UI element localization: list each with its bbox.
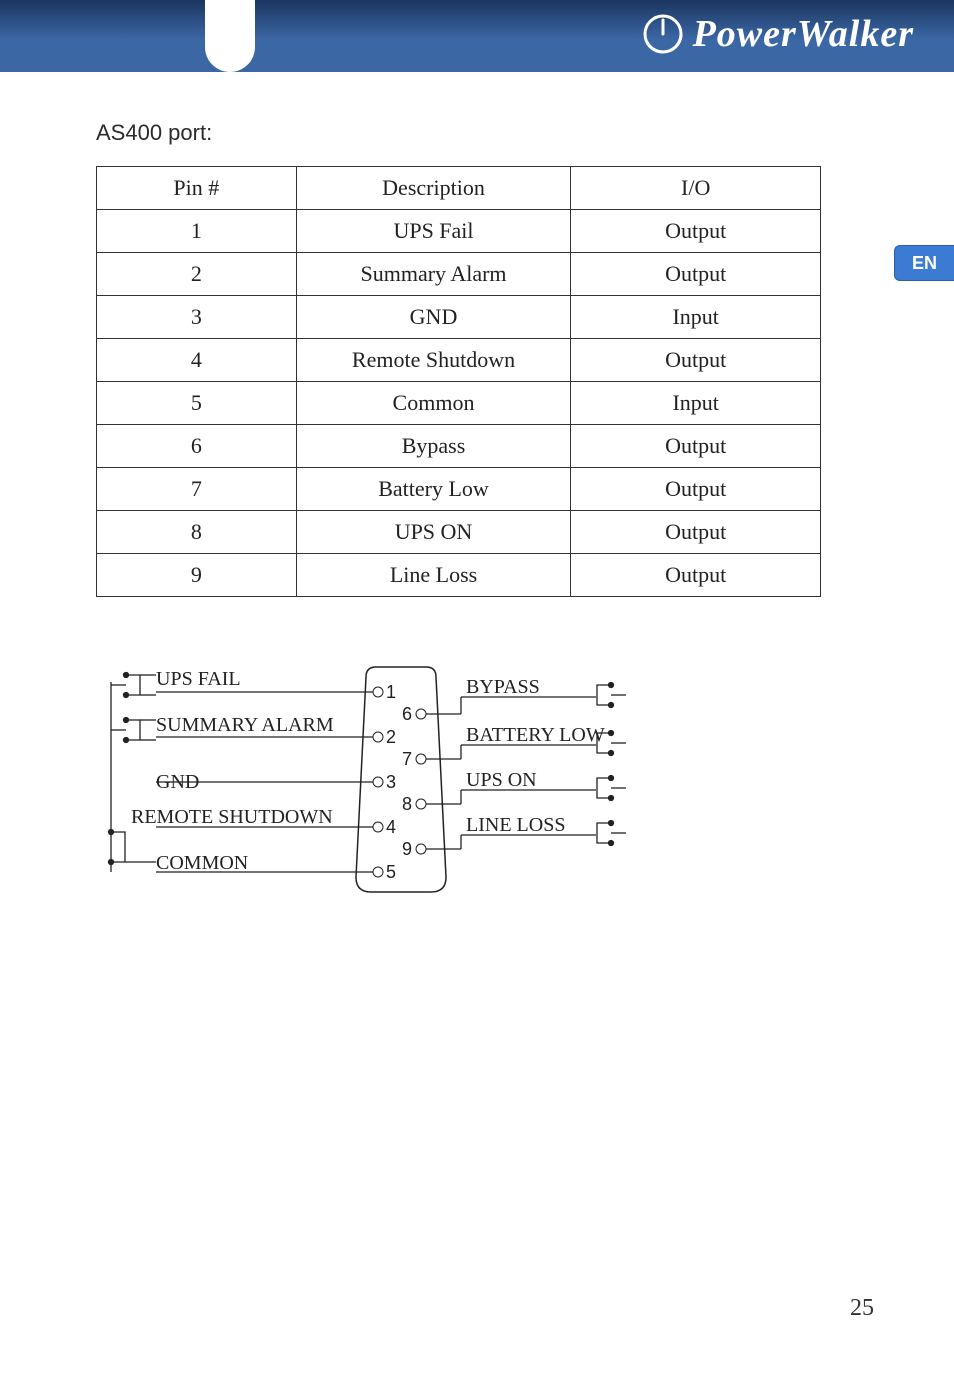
right-contacts (597, 683, 626, 846)
cell-desc: UPS Fail (296, 210, 571, 253)
table-header-row: Pin # Description I/O (97, 167, 821, 210)
cell-pin: 7 (97, 468, 297, 511)
left-contacts (109, 673, 347, 873)
cell-pin: 3 (97, 296, 297, 339)
label-line-loss: LINE LOSS (466, 814, 565, 836)
svg-text:5: 5 (386, 862, 396, 882)
label-gnd: GND (156, 771, 199, 793)
right-pin-group: 6 7 8 9 (402, 704, 426, 859)
table-row: 1 UPS Fail Output (97, 210, 821, 253)
diagram-labels: UPS FAIL SUMMARY ALARM GND REMOTE SHUTDO… (131, 668, 605, 874)
cell-pin: 4 (97, 339, 297, 382)
cell-io: Output (571, 339, 821, 382)
col-header-io: I/O (571, 167, 821, 210)
cell-pin: 9 (97, 554, 297, 597)
svg-text:1: 1 (386, 682, 396, 702)
svg-text:4: 4 (386, 817, 396, 837)
cell-io: Input (571, 296, 821, 339)
table-row: 6 Bypass Output (97, 425, 821, 468)
table-row: 8 UPS ON Output (97, 511, 821, 554)
col-header-desc: Description (296, 167, 571, 210)
svg-text:2: 2 (386, 727, 396, 747)
col-header-pin: Pin # (97, 167, 297, 210)
table-row: 4 Remote Shutdown Output (97, 339, 821, 382)
label-remote-shutdown: REMOTE SHUTDOWN (131, 806, 333, 828)
label-battery-low: BATTERY LOW (466, 724, 605, 746)
label-ups-on: UPS ON (466, 769, 537, 791)
page-number: 25 (850, 1295, 874, 1322)
label-ups-fail: UPS FAIL (156, 668, 241, 690)
cell-pin: 2 (97, 253, 297, 296)
label-summary-alarm: SUMMARY ALARM (156, 714, 334, 736)
cell-pin: 5 (97, 382, 297, 425)
brand-text: PowerWalker (693, 12, 914, 56)
db9-diagram-svg: 1 2 3 4 5 6 7 8 9 (96, 657, 656, 917)
svg-text:6: 6 (402, 704, 412, 724)
brand: PowerWalker (643, 12, 914, 56)
table-row: 7 Battery Low Output (97, 468, 821, 511)
language-tab: EN (894, 245, 954, 281)
as400-pin-table: Pin # Description I/O 1 UPS Fail Output … (96, 166, 821, 597)
table-row: 2 Summary Alarm Output (97, 253, 821, 296)
label-common: COMMON (156, 852, 248, 874)
cell-io: Output (571, 468, 821, 511)
table-row: 3 GND Input (97, 296, 821, 339)
cell-io: Output (571, 511, 821, 554)
header-bar: PowerWalker (0, 0, 954, 72)
cell-pin: 6 (97, 425, 297, 468)
svg-text:3: 3 (386, 772, 396, 792)
cell-pin: 1 (97, 210, 297, 253)
cell-pin: 8 (97, 511, 297, 554)
svg-text:7: 7 (402, 749, 412, 769)
cell-io: Input (571, 382, 821, 425)
table-row: 5 Common Input (97, 382, 821, 425)
cell-desc: Bypass (296, 425, 571, 468)
left-pin-group: 1 2 3 4 5 (373, 682, 396, 882)
cell-io: Output (571, 210, 821, 253)
cell-desc: Remote Shutdown (296, 339, 571, 382)
table-row: 9 Line Loss Output (97, 554, 821, 597)
cell-desc: UPS ON (296, 511, 571, 554)
cell-io: Output (571, 425, 821, 468)
section-title: AS400 port: (96, 120, 858, 146)
svg-text:8: 8 (402, 794, 412, 814)
cell-desc: GND (296, 296, 571, 339)
cell-io: Output (571, 554, 821, 597)
cell-desc: Battery Low (296, 468, 571, 511)
header-notch (205, 0, 255, 72)
left-leads (111, 682, 373, 872)
language-label: EN (912, 253, 937, 274)
label-bypass: BYPASS (466, 676, 540, 698)
svg-text:9: 9 (402, 839, 412, 859)
pinout-diagram: 1 2 3 4 5 6 7 8 9 (96, 657, 858, 917)
cell-io: Output (571, 253, 821, 296)
cell-desc: Common (296, 382, 571, 425)
brand-logo-icon (643, 14, 683, 54)
page-content: AS400 port: Pin # Description I/O 1 UPS … (0, 72, 954, 917)
cell-desc: Summary Alarm (296, 253, 571, 296)
cell-desc: Line Loss (296, 554, 571, 597)
